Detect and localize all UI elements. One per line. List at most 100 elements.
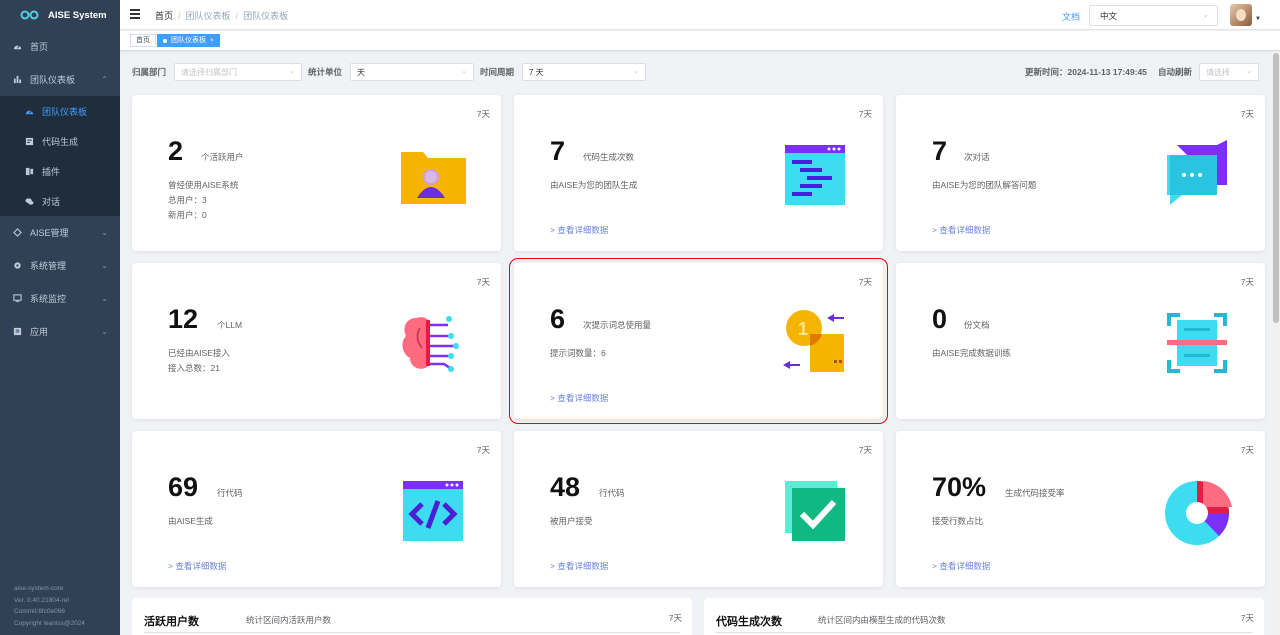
caret-down-icon[interactable]: ▼ xyxy=(1255,16,1261,22)
auto-refresh-select[interactable]: 请选择 ⌄ xyxy=(1199,63,1259,81)
scan-icon xyxy=(1167,313,1227,373)
card-desc: 曾经使用AISE系统 总用户：3 新用户：0 xyxy=(168,178,238,223)
desc-line: 被用户接受 xyxy=(550,516,593,526)
dept-select[interactable]: 请选择归属部门 ⌄ xyxy=(174,63,302,81)
sidebar-item-apps[interactable]: 应用 ⌄ xyxy=(0,315,120,348)
unit-label: 统计单位 xyxy=(308,67,343,77)
card-period: 7天 xyxy=(858,445,872,455)
close-icon[interactable]: × xyxy=(210,38,214,44)
page-scrollbar[interactable] xyxy=(1272,51,1280,635)
desc-line: 已经由AISE接入 xyxy=(168,348,230,358)
view-details-link[interactable]: > 查看详细数据 xyxy=(550,224,608,236)
card-desc: 由AISE完成数据训练 xyxy=(932,346,1011,361)
panel-title: 代码生成次数 xyxy=(716,616,782,628)
breadcrumb-home[interactable]: 首页 xyxy=(155,11,173,21)
sidebar-item-label: 团队仪表板 xyxy=(42,106,88,117)
card-value: 2 xyxy=(168,136,184,166)
divider xyxy=(144,632,680,633)
card-unit: 次提示词总使用量 xyxy=(583,320,652,330)
card-desc: 接受行数占比 xyxy=(932,514,983,529)
language-select[interactable]: 中文 ⌄ xyxy=(1089,5,1218,26)
app-title: AISE System xyxy=(48,9,107,21)
card-period: 7天 xyxy=(858,277,872,287)
card-unit: 生成代码接受率 xyxy=(1005,488,1065,498)
code-window-icon xyxy=(785,145,845,205)
card-unit: 个活跃用户 xyxy=(201,152,244,162)
panel-period: 7天 xyxy=(1240,613,1254,623)
sidebar-item-label: 应用 xyxy=(30,327,49,337)
sidebar-item-team-dashboard-sub[interactable]: 团队仪表板 xyxy=(0,96,120,126)
footer-commit: Commit:6fc0e096 xyxy=(14,608,65,615)
card-desc: 已经由AISE接入 接入总数：21 xyxy=(168,346,230,376)
card-unit: 代码生成次数 xyxy=(583,152,635,162)
breadcrumb: 首页 / 团队仪表板 / 团队仪表板 xyxy=(155,11,289,21)
hamburger-icon[interactable] xyxy=(130,9,140,19)
sidebar-item-label: 对话 xyxy=(42,196,61,207)
view-details-link[interactable]: > 查看详细数据 xyxy=(550,560,608,572)
footer-core: aise-system-core xyxy=(14,585,64,592)
period-select[interactable]: 7 天 ⌄ xyxy=(522,63,646,81)
card-code-generations: 7天 7 代码生成次数 由AISE为您的团队生成 > 查看详细数据 xyxy=(514,95,883,251)
sidebar-item-label: 系统监控 xyxy=(30,294,67,304)
sidebar-item-code-gen[interactable]: 代码生成 xyxy=(0,126,120,156)
sidebar-item-home[interactable]: 首页 xyxy=(0,30,120,63)
token-exchange-icon: 1 xyxy=(783,310,844,372)
chevron-down-icon: ⌄ xyxy=(101,261,108,270)
monitor-icon xyxy=(12,294,22,304)
tag-label: 首页 xyxy=(136,37,150,44)
desc-line: 接受行数占比 xyxy=(932,516,984,526)
app-logo[interactable]: AISE System xyxy=(0,0,120,30)
unit-value: 天 xyxy=(357,68,365,77)
card-prompt-usage: 7天 6 次提示词总使用量 提示词数量：6 > 查看详细数据 1 xyxy=(509,258,888,424)
dept-label: 归属部门 xyxy=(132,67,167,77)
tag-label: 团队仪表板 xyxy=(171,37,206,44)
scrollbar-thumb[interactable] xyxy=(1273,53,1279,323)
tags-view: 首页 团队仪表板 × xyxy=(120,31,1280,51)
card-period: 7天 xyxy=(476,277,490,287)
user-folder-icon xyxy=(401,152,466,204)
desc-line: 由AISE为您的团队解答问题 xyxy=(932,180,1037,190)
chevron-down-icon: ⌄ xyxy=(101,228,108,237)
panel-active-users: 活跃用户数 统计区间内活跃用户数 7天 xyxy=(132,598,692,635)
avatar[interactable] xyxy=(1230,4,1252,26)
sidebar-item-team-dashboard[interactable]: 团队仪表板 ⌃ xyxy=(0,63,120,96)
view-details-link[interactable]: > 查看详细数据 xyxy=(932,560,990,572)
card-unit: 个LLM xyxy=(217,320,243,330)
panel-subtitle: 统计区间内由模型生成的代码次数 xyxy=(818,615,946,625)
tag-team-dashboard[interactable]: 团队仪表板 × xyxy=(157,34,220,47)
panel-period: 7天 xyxy=(668,613,682,623)
desc-line: 由AISE生成 xyxy=(168,516,213,526)
card-value: 70% xyxy=(932,472,987,502)
breadcrumb-current: 团队仪表板 xyxy=(243,11,289,21)
card-unit: 份文档 xyxy=(964,320,990,330)
card-period: 7天 xyxy=(858,109,872,119)
dashboard-icon xyxy=(12,42,22,52)
top-navbar: 首页 / 团队仪表板 / 团队仪表板 文档 中文 ⌄ ▼ xyxy=(120,0,1280,30)
divider xyxy=(716,632,1252,633)
sidebar: AISE System 首页 团队仪表板 ⌃ 团队仪表板 代码生成 插件 对话 … xyxy=(0,0,120,635)
unit-select[interactable]: 天 ⌄ xyxy=(350,63,474,81)
auto-refresh-label: 自动刷新 xyxy=(1158,67,1193,77)
card-llm: 7天 12 个LLM 已经由AISE接入 接入总数：21 xyxy=(132,263,501,419)
card-conversations: 7天 7 次对话 由AISE为您的团队解答问题 > 查看详细数据 xyxy=(896,95,1265,251)
tag-home[interactable]: 首页 xyxy=(130,34,156,47)
docs-link[interactable]: 文档 xyxy=(1062,10,1080,23)
chevron-up-icon: ⌃ xyxy=(101,75,108,84)
card-desc: 由AISE为您的团队生成 xyxy=(550,178,637,193)
view-details-link[interactable]: > 查看详细数据 xyxy=(168,560,226,572)
view-details-link[interactable]: > 查看详细数据 xyxy=(932,224,990,236)
desc-line: 新用户：0 xyxy=(168,210,207,220)
card-value: 48 xyxy=(550,472,581,502)
view-details-link[interactable]: > 查看详细数据 xyxy=(550,392,608,404)
sidebar-item-system-monitor[interactable]: 系统监控 ⌄ xyxy=(0,282,120,315)
desc-line: 曾经使用AISE系统 xyxy=(168,180,239,190)
sidebar-item-chat[interactable]: 对话 xyxy=(0,186,120,216)
sidebar-item-plugin[interactable]: 插件 xyxy=(0,156,120,186)
card-period: 7天 xyxy=(1240,109,1254,119)
plugin-icon xyxy=(24,166,34,176)
pie-icon xyxy=(1165,481,1232,545)
sidebar-item-aise-manage[interactable]: AISE管理 ⌄ xyxy=(0,216,120,249)
card-period: 7天 xyxy=(476,445,490,455)
sidebar-item-system-manage[interactable]: 系统管理 ⌄ xyxy=(0,249,120,282)
panel-subtitle: 统计区间内活跃用户数 xyxy=(246,615,332,625)
